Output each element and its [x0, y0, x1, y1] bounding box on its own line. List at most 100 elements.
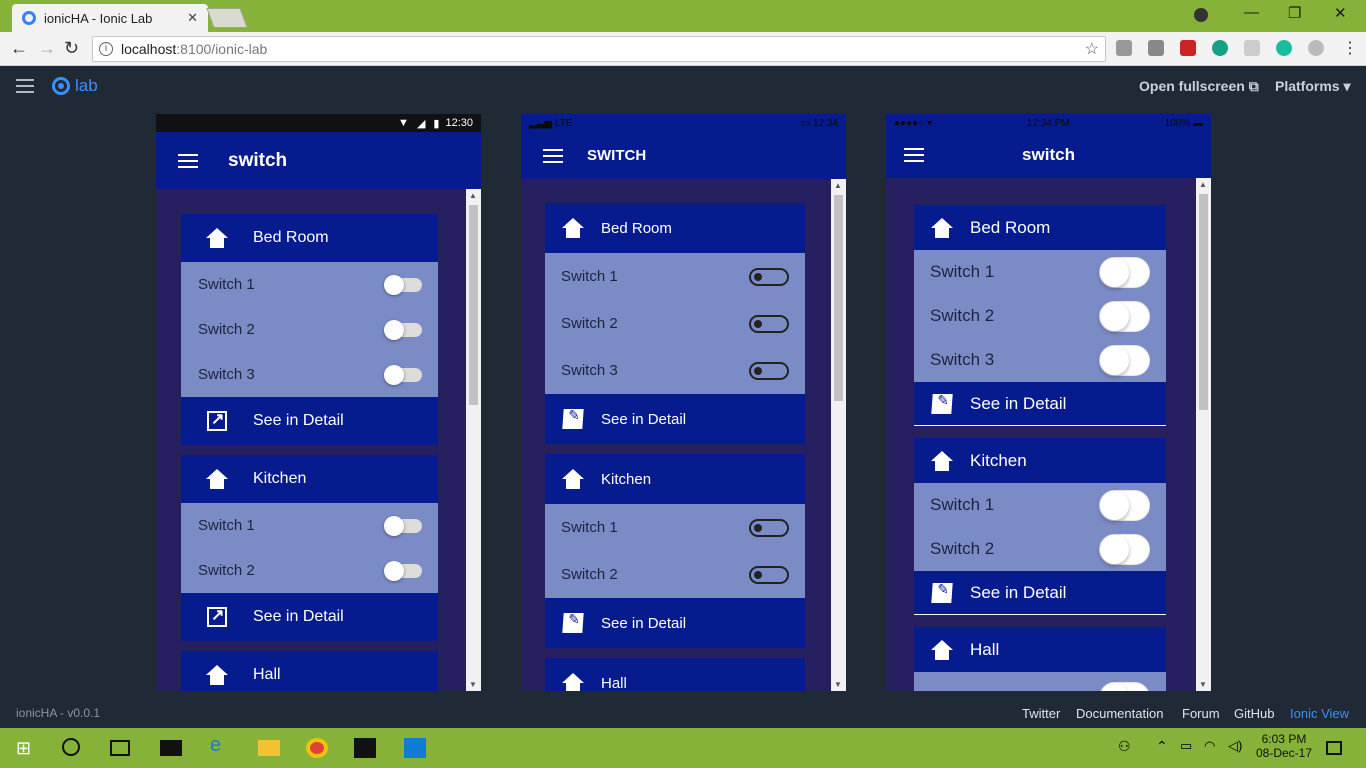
- platforms-dropdown[interactable]: Platforms ▾: [1275, 78, 1351, 95]
- switch-toggle[interactable]: [749, 267, 789, 286]
- room-header[interactable]: Kitchen: [914, 438, 1166, 483]
- signal-dots-icon: ●●●●○ ▾: [894, 117, 932, 129]
- windows-content[interactable]: Bed Room Switch 1 Switch 2 Switch 3 See …: [521, 179, 846, 691]
- battery-icon: ▭: [800, 117, 811, 129]
- scroll-thumb[interactable]: [469, 205, 478, 405]
- open-fullscreen-link[interactable]: Open fullscreen ⧉: [1139, 78, 1259, 95]
- terminal-icon[interactable]: [354, 738, 376, 758]
- scroll-down-icon[interactable]: ▼: [834, 680, 842, 689]
- room-header[interactable]: Bed Room: [181, 214, 438, 262]
- switch-toggle[interactable]: [1099, 300, 1150, 332]
- menu-icon[interactable]: [543, 148, 563, 163]
- scroll-thumb[interactable]: [834, 195, 843, 401]
- switch-toggle[interactable]: [1099, 256, 1150, 288]
- bookmark-star-icon[interactable]: ☆: [1085, 39, 1099, 59]
- info-icon[interactable]: i: [99, 42, 113, 56]
- switch-toggle[interactable]: [384, 560, 422, 581]
- scroll-down-icon[interactable]: ▼: [469, 680, 477, 689]
- see-in-detail-button[interactable]: See in Detail: [914, 382, 1166, 426]
- chrome-icon[interactable]: [306, 738, 328, 758]
- extension-icon[interactable]: [1116, 40, 1132, 56]
- footer-link-documentation[interactable]: Documentation: [1076, 706, 1163, 721]
- switch-toggle[interactable]: [749, 361, 789, 380]
- menu-icon[interactable]: [178, 153, 198, 168]
- see-in-detail-button[interactable]: See in Detail: [181, 397, 438, 445]
- footer-link-forum[interactable]: Forum: [1182, 706, 1220, 721]
- chevron-up-icon[interactable]: ⌃: [1156, 738, 1178, 758]
- extension-1b-icon[interactable]: [1148, 40, 1164, 56]
- task-view-icon[interactable]: [110, 740, 130, 756]
- wp-signal: ▂▃▅ LTE: [529, 118, 572, 129]
- footer-link-twitter[interactable]: Twitter: [1022, 706, 1060, 721]
- switch-toggle[interactable]: [1099, 533, 1150, 565]
- room-header[interactable]: Hall: [181, 651, 438, 691]
- scroll-up-icon[interactable]: ▲: [469, 191, 477, 200]
- switch-toggle[interactable]: [1099, 682, 1150, 691]
- scroll-down-icon[interactable]: ▼: [1199, 680, 1207, 689]
- android-content[interactable]: Bed Room Switch 1 Switch 2 Switch 3 See …: [156, 189, 481, 691]
- minimize-button[interactable]: —: [1244, 4, 1259, 21]
- extension-red-icon[interactable]: [1180, 40, 1196, 56]
- lab-menu-icon[interactable]: [16, 79, 34, 93]
- see-in-detail-button[interactable]: See in Detail: [545, 394, 805, 444]
- footer-link-ionic-view[interactable]: Ionic View: [1290, 706, 1349, 721]
- switch-toggle[interactable]: [384, 274, 422, 295]
- url-input[interactable]: i localhost:8100/ionic-lab ☆: [92, 36, 1106, 62]
- room-header[interactable]: Hall: [545, 658, 805, 691]
- file-explorer-icon[interactable]: [258, 740, 280, 756]
- tab-close-icon[interactable]: ✕: [187, 10, 198, 26]
- switch-toggle[interactable]: [749, 518, 789, 537]
- scrollbar[interactable]: ▲ ▼: [1196, 178, 1211, 691]
- wifi-tray-icon[interactable]: ◠: [1204, 738, 1226, 758]
- home-icon: [206, 469, 228, 489]
- vscode-icon[interactable]: [404, 738, 426, 758]
- back-arrow-icon[interactable]: ←: [10, 38, 28, 59]
- reload-icon[interactable]: ↻: [64, 38, 79, 59]
- clock-time: 6:03 PM: [1261, 732, 1307, 746]
- extension-m-icon[interactable]: [1276, 40, 1292, 56]
- restore-button[interactable]: ❐: [1288, 4, 1301, 22]
- switch-toggle[interactable]: [384, 364, 422, 385]
- ios-content[interactable]: Bed Room Switch 1 Switch 2 Switch 3 See …: [886, 178, 1211, 691]
- forward-arrow-icon[interactable]: →: [38, 38, 56, 59]
- scrollbar[interactable]: ▲ ▼: [831, 179, 846, 691]
- clock[interactable]: 6:03 PM 08-Dec-17: [1256, 732, 1312, 760]
- switch-toggle[interactable]: [1099, 489, 1150, 521]
- edit-note-icon: [931, 582, 953, 603]
- mail-icon[interactable]: [160, 740, 182, 756]
- room-header[interactable]: Kitchen: [181, 455, 438, 503]
- room-header[interactable]: Kitchen: [545, 454, 805, 504]
- menu-icon[interactable]: [904, 148, 924, 162]
- see-in-detail-button[interactable]: See in Detail: [914, 571, 1166, 615]
- see-in-detail-button[interactable]: See in Detail: [181, 593, 438, 641]
- grammarly-icon[interactable]: [1212, 40, 1228, 56]
- scrollbar[interactable]: ▲ ▼: [466, 189, 481, 691]
- people-icon[interactable]: ⚇: [1118, 738, 1140, 758]
- switch-toggle[interactable]: [749, 314, 789, 333]
- volume-icon[interactable]: ◁): [1228, 738, 1250, 758]
- profile-icon[interactable]: [1194, 8, 1208, 22]
- chrome-menu-icon[interactable]: ⋮: [1342, 38, 1358, 58]
- extension-grey-icon[interactable]: [1308, 40, 1324, 56]
- notifications-icon[interactable]: [1326, 741, 1342, 755]
- switch-toggle[interactable]: [384, 319, 422, 340]
- scroll-up-icon[interactable]: ▲: [1199, 180, 1207, 189]
- battery-tray-icon[interactable]: ▭: [1180, 738, 1202, 758]
- new-tab-button[interactable]: [206, 8, 248, 28]
- switch-toggle[interactable]: [1099, 344, 1150, 376]
- room-header[interactable]: Bed Room: [545, 203, 805, 253]
- windows-start-icon[interactable]: ⊞: [16, 738, 38, 758]
- scroll-thumb[interactable]: [1199, 194, 1208, 410]
- switch-toggle[interactable]: [384, 515, 422, 536]
- browser-tab[interactable]: ionicHA - Ionic Lab ✕: [12, 4, 208, 32]
- extension-ex-icon[interactable]: [1244, 40, 1260, 56]
- room-header[interactable]: Bed Room: [914, 205, 1166, 250]
- switch-toggle[interactable]: [749, 565, 789, 584]
- room-header[interactable]: Hall: [914, 627, 1166, 672]
- edge-icon[interactable]: e: [210, 734, 232, 756]
- search-icon[interactable]: [62, 738, 80, 756]
- see-in-detail-button[interactable]: See in Detail: [545, 598, 805, 648]
- scroll-up-icon[interactable]: ▲: [834, 181, 842, 190]
- close-button[interactable]: ✕: [1334, 4, 1347, 22]
- footer-link-github[interactable]: GitHub: [1234, 706, 1274, 721]
